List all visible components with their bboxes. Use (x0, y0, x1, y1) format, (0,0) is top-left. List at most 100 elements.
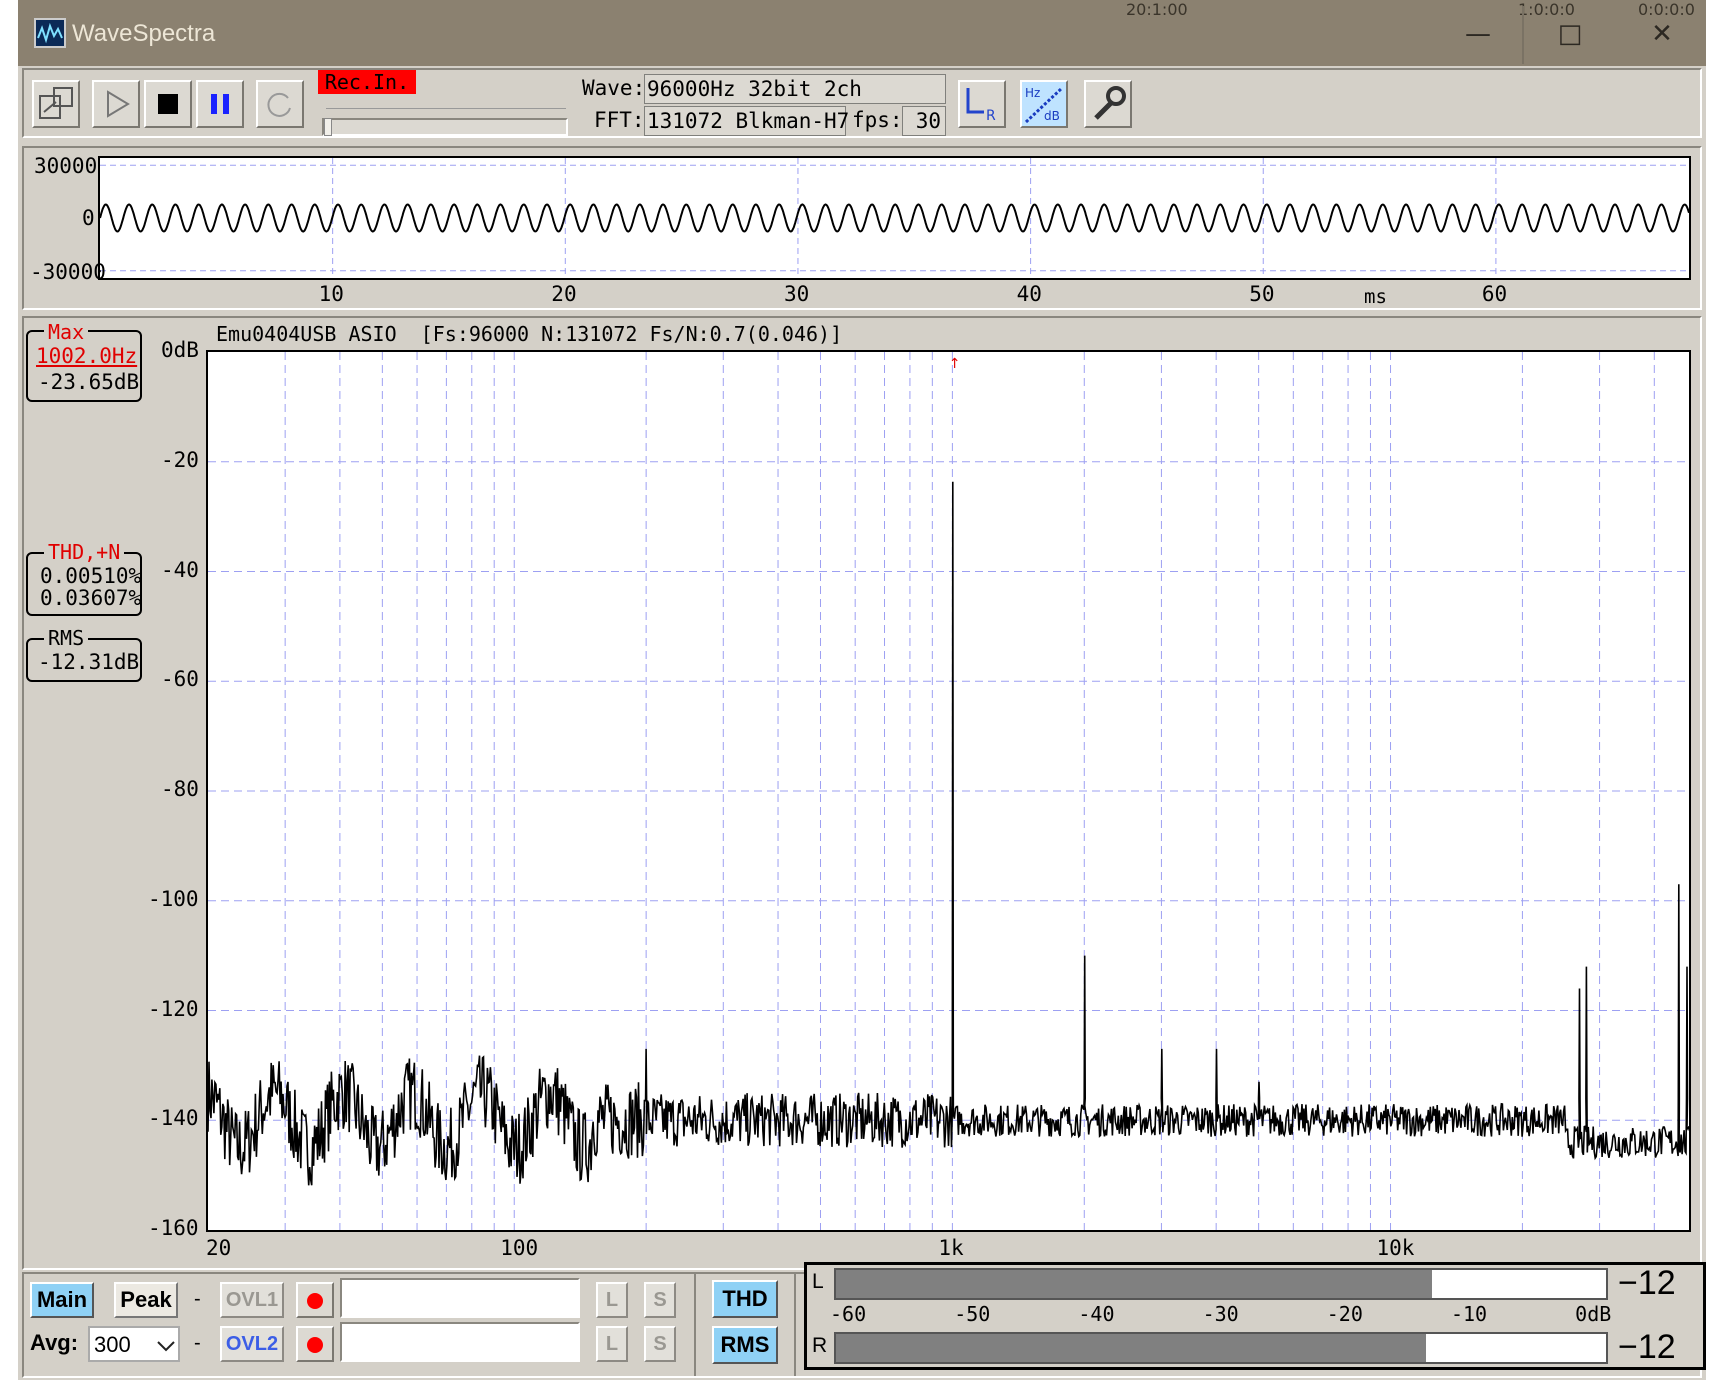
spectrum-y-tick: -100 (148, 886, 199, 911)
rec-input-label: Rec.In. (318, 70, 416, 94)
meter-scale-tick: -40 (1078, 1302, 1115, 1326)
separator (1522, 6, 1524, 64)
lr-channel-button[interactable]: R (958, 80, 1006, 128)
stop-button[interactable] (144, 80, 192, 128)
chevron-down-icon (157, 1341, 175, 1352)
wave-y-tick: -30000 (30, 260, 106, 284)
app-title: WaveSpectra (72, 20, 216, 47)
spectrum-y-tick: 0dB (161, 338, 199, 362)
spectrum-x-tick: 20 (206, 1236, 232, 1260)
open-file-icon (39, 87, 73, 119)
meter-scale-tick: -20 (1326, 1302, 1363, 1326)
input-level-scale (326, 108, 566, 114)
input-level-slider[interactable] (322, 118, 568, 136)
background-text: 20:1:00 (1126, 0, 1188, 19)
settings-button[interactable] (1084, 80, 1132, 128)
hz-db-scale-icon: HzdB (1024, 86, 1064, 124)
slider-thumb[interactable] (324, 118, 332, 136)
wave-format-field: 96000Hz 32bit 2ch (644, 74, 946, 104)
play-button[interactable] (92, 80, 140, 128)
play-icon (107, 90, 130, 118)
ovl1-indicator[interactable]: OVL1 (220, 1282, 284, 1318)
svg-text:Hz: Hz (1025, 86, 1040, 100)
svg-text:R: R (986, 108, 996, 124)
meter-r-bar (834, 1332, 1608, 1364)
meter-l-bar (834, 1268, 1608, 1300)
rms-button[interactable]: RMS (712, 1326, 778, 1364)
wave-x-tick: 50 (1249, 282, 1275, 306)
waveform-plot (98, 156, 1691, 280)
stop-icon (158, 94, 178, 114)
meter-r-fill (836, 1334, 1426, 1362)
wave-y-tick: 30000 (34, 154, 98, 178)
wave-x-tick: 10 (318, 282, 344, 306)
wave-x-tick: 40 (1016, 282, 1042, 306)
separator (794, 1272, 796, 1376)
waveform-trace (100, 203, 1689, 233)
avg-select[interactable]: 300 (88, 1326, 180, 1362)
wave-y-tick: 0 (82, 206, 95, 230)
meter-r-label: R (812, 1334, 828, 1357)
spectrum-chart: ↑ (208, 352, 1689, 1230)
dash-label: - (194, 1332, 201, 1354)
peak-button[interactable]: Peak (114, 1282, 178, 1318)
loop-icon (267, 92, 291, 117)
spectrum-y-tick: -60 (161, 667, 199, 692)
spectrum-y-tick: -80 (161, 777, 199, 801)
spectrum-y-tick: -160 (148, 1216, 199, 1240)
loop-button[interactable] (256, 80, 304, 128)
meter-scale-tick: -30 (1202, 1302, 1239, 1326)
fft-label: FFT: (594, 108, 645, 132)
meter-r-value: −12 (1618, 1328, 1676, 1366)
spectrum-trace (208, 481, 1689, 1186)
spectrum-y-tick: -120 (148, 996, 199, 1021)
dash-label: - (194, 1288, 201, 1310)
record-ch2-icon[interactable] (296, 1326, 334, 1362)
waveform-chart (100, 158, 1689, 278)
rms-value: -12.31dB (38, 650, 140, 674)
lr-channel-icon: R (966, 88, 996, 124)
wave-x-tick: 30 (783, 282, 810, 306)
avg-value: 300 (94, 1332, 131, 1357)
close-icon[interactable]: ✕ (1632, 14, 1692, 54)
hz-db-scale-button[interactable]: Hz dB (1020, 80, 1068, 128)
app-icon (34, 18, 66, 48)
fft-settings-field: 131072 Blkman-H7 (644, 106, 849, 136)
fps-field: 30 (902, 106, 946, 136)
svg-text:dB: dB (1044, 109, 1060, 123)
spectrum-header: Emu0404USB ASIO [Fs:96000 N:131072 Fs/N:… (216, 322, 843, 346)
peak-marker: ↑ (949, 356, 961, 372)
ch2-l-button[interactable]: L (596, 1326, 628, 1362)
thd-button[interactable]: THD (712, 1280, 778, 1318)
meter-l-label: L (812, 1270, 824, 1293)
ovl2-indicator[interactable]: OVL2 (220, 1326, 284, 1362)
ch1-s-button[interactable]: S (644, 1282, 676, 1318)
ch2-filename-field[interactable] (340, 1322, 580, 1362)
spectrum-x-tick: 1k (938, 1236, 964, 1260)
spectrum-y-tick: -20 (161, 447, 199, 472)
meter-scale-tick: 0dB (1575, 1302, 1612, 1326)
ch1-l-button[interactable]: L (596, 1282, 628, 1318)
record-ch1-icon[interactable] (296, 1282, 334, 1318)
rms-title: RMS (44, 626, 89, 650)
max-title: Max (44, 320, 89, 344)
fps-label: fps: (852, 108, 903, 132)
wave-x-unit: ms (1364, 286, 1387, 308)
settings-wrench-icon (1094, 86, 1126, 120)
maximize-icon[interactable]: □ (1540, 14, 1600, 54)
spectrum-y-tick: -140 (148, 1106, 199, 1131)
thd-title: THD,+N (44, 540, 125, 564)
pause-button[interactable] (196, 80, 244, 128)
pause-icon (211, 94, 229, 114)
ch2-s-button[interactable]: S (644, 1326, 676, 1362)
spectrum-y-tick: -40 (161, 557, 199, 582)
max-frequency: 1002.0Hz (36, 344, 138, 368)
wave-x-tick: 20 (551, 282, 577, 306)
meter-scale-tick: -10 (1450, 1302, 1488, 1326)
open-file-button[interactable] (32, 80, 80, 128)
minimize-icon[interactable]: — (1448, 14, 1508, 54)
meter-l-fill (836, 1270, 1433, 1298)
ch1-filename-field[interactable] (340, 1278, 580, 1318)
main-button[interactable]: Main (30, 1282, 94, 1318)
meter-l-value: −12 (1618, 1264, 1676, 1302)
